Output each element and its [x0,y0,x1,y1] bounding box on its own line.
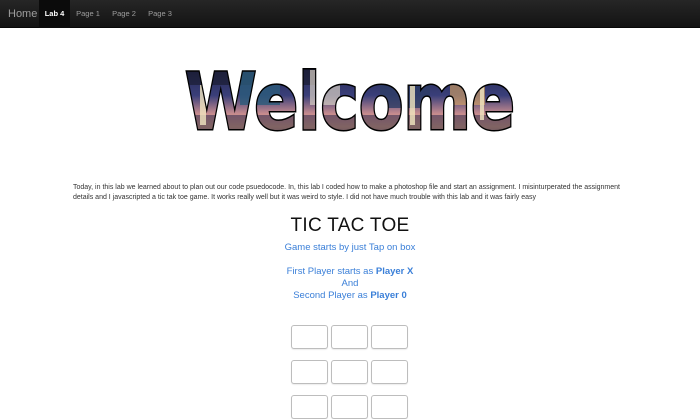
first-player-line: First Player starts as Player X [0,266,700,277]
board-cell-5[interactable] [331,360,368,384]
intro-paragraph: Today, in this lab we learned about to p… [73,184,620,201]
nav-brand-home[interactable]: Home [8,0,37,28]
nav-item-page-2[interactable]: Page 2 [109,0,139,28]
first-player-prefix: First Player starts as [286,266,376,277]
top-navbar: Home Lab 4 Page 1 Page 2 Page 3 [0,0,700,28]
board-cell-3[interactable] [371,325,408,349]
board-cell-1[interactable] [291,325,328,349]
board-cell-8[interactable] [331,395,368,419]
and-text: And [341,278,359,289]
board-cell-4[interactable] [291,360,328,384]
welcome-title: Welcome [185,58,515,145]
first-player-name: Player X [375,266,414,277]
game-instructions: Game starts by just Tap on box [284,242,416,253]
nav-item-page-3[interactable]: Page 3 [145,0,175,28]
nav-item-page-1[interactable]: Page 1 [73,0,103,28]
game-title: TIC TAC TOE [290,215,410,236]
board-cell-7[interactable] [291,395,328,419]
second-player-prefix: Second Player as [293,290,371,301]
board-cell-6[interactable] [371,360,408,384]
board-cell-2[interactable] [331,325,368,349]
nav-item-lab-4[interactable]: Lab 4 [39,0,70,28]
board-cell-9[interactable] [371,395,408,419]
second-player-line: Second Player as Player 0 [0,290,700,301]
welcome-photo-text: Welcome [184,57,517,146]
welcome-banner: Welcome [180,55,520,146]
second-player-name: Player 0 [370,290,407,301]
